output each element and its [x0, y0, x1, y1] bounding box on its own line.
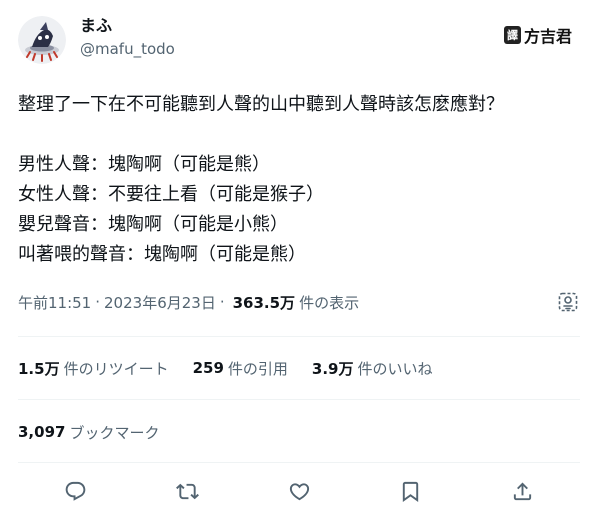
- like-button[interactable]: [284, 476, 314, 506]
- quotes-stat[interactable]: 259 件の引用: [193, 358, 288, 379]
- likes-stat[interactable]: 3.9万 件のいいね: [312, 358, 433, 379]
- tweet-time[interactable]: 午前11:51: [18, 292, 91, 313]
- action-bar: [0, 474, 598, 508]
- meta-separator: ·: [219, 293, 225, 311]
- tweet-header: まふ @mafu_todo 譯 方吉君: [18, 12, 580, 64]
- tweet-date[interactable]: 2023年6月23日: [104, 292, 216, 313]
- likes-count: 3.9万: [311, 359, 354, 378]
- bookmarks-count: 3,097: [18, 423, 66, 441]
- views-label: 件の表示: [299, 293, 360, 312]
- retweet-button[interactable]: [172, 476, 202, 506]
- meta-separator: ·: [95, 293, 101, 311]
- author-handle[interactable]: @mafu_todo: [80, 38, 175, 60]
- likes-label: 件のいいね: [357, 359, 433, 378]
- watermark-text: 方吉君: [523, 27, 572, 46]
- retweets-count: 1.5万: [18, 359, 60, 378]
- watermark-box: 譯: [503, 26, 521, 44]
- bookmarks-label: ブックマーク: [69, 423, 160, 442]
- bookmark-button[interactable]: [395, 476, 425, 506]
- translator-watermark: 譯 方吉君: [503, 22, 572, 48]
- quotes-label: 件の引用: [227, 359, 288, 378]
- analytics-icon[interactable]: [556, 290, 580, 314]
- avatar[interactable]: [18, 16, 66, 64]
- share-button[interactable]: [507, 476, 537, 506]
- engagement-stats: 1.5万 件のリツイート 259 件の引用 3.9万 件のいいね: [18, 356, 457, 380]
- divider: [18, 462, 580, 463]
- tweet-meta: 午前11:51 · 2023年6月23日 · 363.5万 件の表示: [18, 290, 580, 314]
- retweets-stat[interactable]: 1.5万 件のリツイート: [18, 358, 169, 379]
- bookmark-icon: [402, 481, 418, 502]
- reply-icon: [65, 481, 85, 501]
- views-count: 363.5万: [232, 293, 296, 312]
- author-names: まふ @mafu_todo: [80, 16, 175, 60]
- quotes-count: 259: [192, 359, 224, 377]
- author-display-name[interactable]: まふ: [80, 16, 175, 36]
- tweet-text: 整理了一下在不可能聽到人聲的山中聽到人聲時該怎麽應對？ 男性人聲：塊陶啊（可能是…: [18, 94, 504, 265]
- share-icon: [513, 481, 531, 500]
- bookmarks-stat: 3,097 ブックマーク: [18, 420, 183, 444]
- divider: [18, 399, 580, 400]
- bookmarks-stat-link[interactable]: 3,097 ブックマーク: [18, 422, 159, 443]
- divider: [18, 336, 580, 337]
- retweets-label: 件のリツイート: [63, 359, 169, 378]
- reply-button[interactable]: [60, 476, 90, 506]
- heart-icon: [289, 482, 309, 500]
- retweet-icon: [175, 483, 199, 499]
